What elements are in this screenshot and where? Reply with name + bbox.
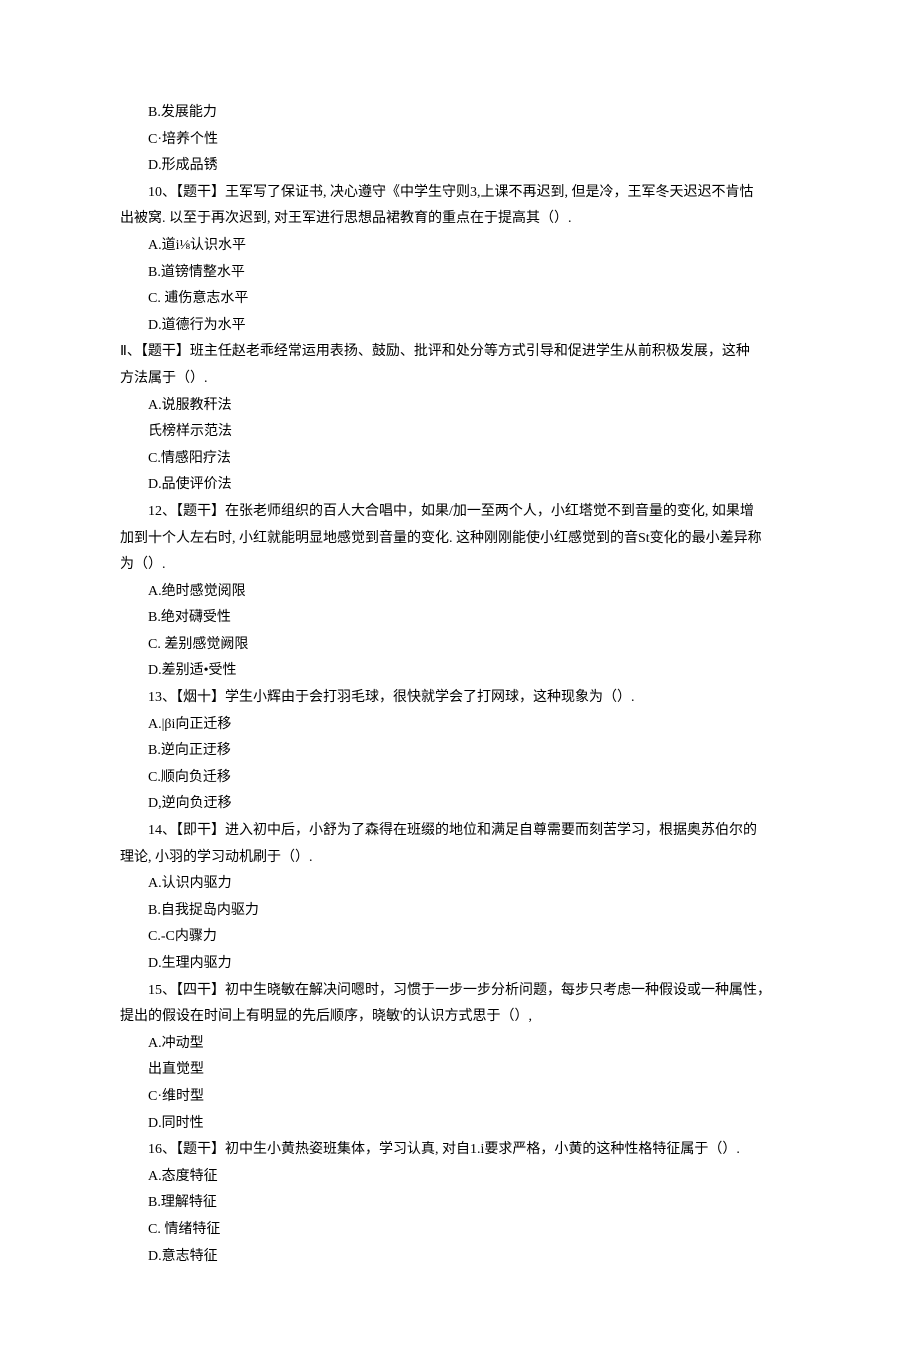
text-line-7: C. 逋伤意志水平 (120, 286, 800, 313)
text-line-43: D.意志特征 (120, 1244, 800, 1271)
text-line-14: D.品使评价法 (120, 472, 800, 499)
text-line-29: A.认识内驱力 (120, 871, 800, 898)
text-line-32: D.生理内驱力 (120, 951, 800, 978)
text-line-20: C. 差别感觉阙限 (120, 632, 800, 659)
text-line-19: B.绝对礴受性 (120, 605, 800, 632)
text-line-30: B.自我捉岛内驱力 (120, 898, 800, 925)
text-line-16: 加到十个人左右时, 小红就能明显地感觉到音量的变化. 这种刚刚能使小红感觉到的音… (120, 526, 800, 553)
text-line-0: B.发展能力 (120, 100, 800, 127)
text-line-35: A.冲动型 (120, 1031, 800, 1058)
text-line-39: 16、【题干】初中生小黄热姿班集体，学习认真, 对自1.i要求严格，小黄的这种性… (120, 1137, 800, 1164)
text-line-25: C.顺向负迁移 (120, 765, 800, 792)
text-line-38: D.同时性 (120, 1111, 800, 1138)
text-line-42: C. 情绪特征 (120, 1217, 800, 1244)
text-line-24: B.逆向正迂移 (120, 738, 800, 765)
text-line-40: A.态度特征 (120, 1164, 800, 1191)
text-line-31: C.-C内骤力 (120, 924, 800, 951)
text-line-21: D.差别适•受性 (120, 658, 800, 685)
text-line-1: C·培养个性 (120, 127, 800, 154)
text-line-8: D.道德行为水平 (120, 313, 800, 340)
text-line-26: D,逆向负迂移 (120, 791, 800, 818)
text-line-17: 为（）. (120, 552, 800, 579)
text-line-10: 方法属于（）. (120, 366, 800, 393)
text-line-23: A.|βi向正迁移 (120, 712, 800, 739)
text-line-18: A.绝时感觉阅限 (120, 579, 800, 606)
text-line-2: D.形成品锈 (120, 153, 800, 180)
text-line-34: 提出的假设在时间上有明显的先后顺序，晓敏'的认识方式思于（）, (120, 1004, 800, 1031)
text-line-28: 理论, 小羽的学习动机刷于（）. (120, 845, 800, 872)
text-line-37: C·维时型 (120, 1084, 800, 1111)
text-line-9: Ⅱ、【题干】班主任赵老乖经常运用表扬、鼓励、批评和处分等方式引导和促进学生从前积… (120, 339, 800, 366)
text-line-33: 15、【四干】初中生晓敏在解决问嗯时，习惯于一步一步分析问题，每步只考虑一种假设… (120, 978, 800, 1005)
document-body: B.发展能力C·培养个性D.形成品锈10、【题干】王军写了保证书, 决心遵守《中… (120, 100, 800, 1270)
text-line-5: A.道i⅛认识水平 (120, 233, 800, 260)
text-line-36: 出直觉型 (120, 1057, 800, 1084)
text-line-13: C.情感阳疗法 (120, 446, 800, 473)
text-line-12: 氏榜样示范法 (120, 419, 800, 446)
text-line-4: 出被窝. 以至于再次迟到, 对王军进行思想品裙教育的重点在于提高其（）. (120, 206, 800, 233)
text-line-41: B.理解特征 (120, 1190, 800, 1217)
text-line-27: 14、【即干】进入初中后，小舒为了森得在班缀的地位和满足自尊需要而刻苦学习，根据… (120, 818, 800, 845)
text-line-11: A.说服教秆法 (120, 393, 800, 420)
text-line-22: 13、【烟十】学生小辉由于会打羽毛球，很快就学会了打网球，这种现象为（）. (120, 685, 800, 712)
text-line-6: B.道镑情整水平 (120, 260, 800, 287)
text-line-15: 12、【题干】在张老师组织的百人大合唱中，如果/加一至两个人，小红塔觉不到音量的… (120, 499, 800, 526)
text-line-3: 10、【题干】王军写了保证书, 决心遵守《中学生守则3,上课不再迟到, 但是冷，… (120, 180, 800, 207)
